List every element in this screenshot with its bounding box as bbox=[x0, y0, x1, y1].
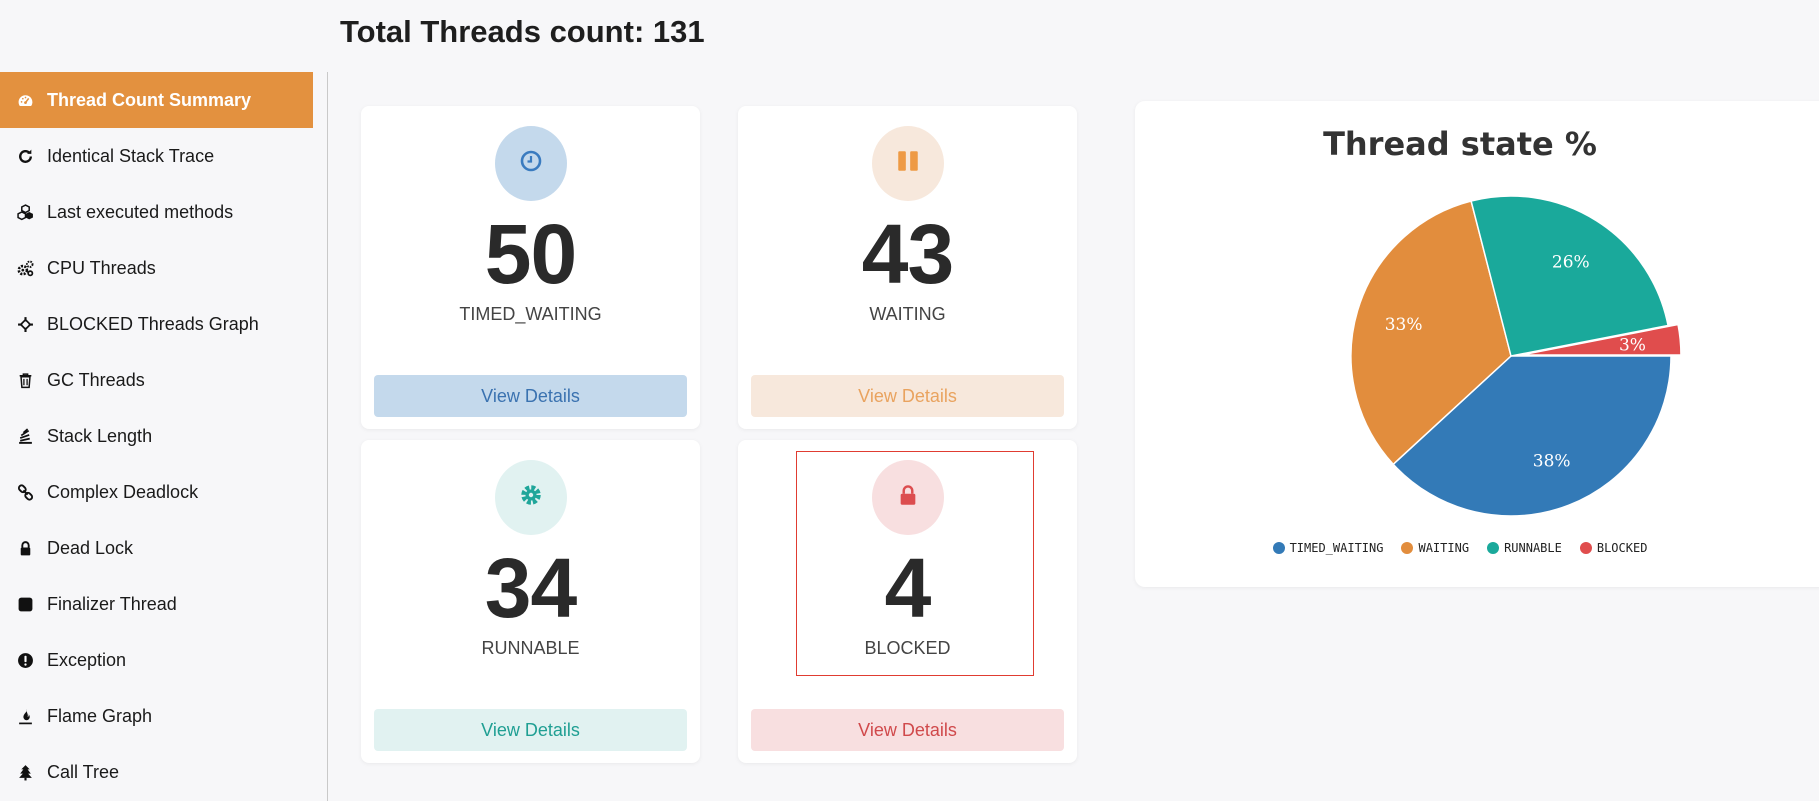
refresh-icon bbox=[16, 147, 34, 165]
sidebar-item-thread-count-summary[interactable]: Thread Count Summary bbox=[0, 72, 313, 128]
runnable-card: 34 RUNNABLE View Details bbox=[361, 440, 700, 763]
tree-icon bbox=[16, 763, 34, 781]
runnable-icon-circle bbox=[494, 460, 567, 535]
sidebar: Thread Count Summary Identical Stack Tra… bbox=[0, 72, 313, 800]
legend-dot bbox=[1487, 542, 1500, 554]
lock-icon bbox=[898, 484, 918, 511]
pie-label-blocked: 3% bbox=[1619, 335, 1646, 355]
blocked-card: 4 BLOCKED View Details bbox=[738, 440, 1077, 763]
legend-item-runnable[interactable]: RUNNABLE bbox=[1487, 541, 1562, 555]
sidebar-item-stack-length[interactable]: Stack Length bbox=[0, 408, 313, 464]
legend-label: RUNNABLE bbox=[1504, 541, 1562, 555]
legend-dot bbox=[1272, 542, 1285, 554]
link-icon bbox=[16, 483, 34, 501]
sidebar-item-label: Exception bbox=[47, 649, 127, 670]
legend-label: WAITING bbox=[1418, 541, 1470, 555]
legend-item-timed-waiting[interactable]: TIMED_WAITING bbox=[1272, 541, 1384, 555]
timed-waiting-icon-circle bbox=[494, 126, 567, 201]
cubes-icon bbox=[16, 203, 34, 221]
legend-dot bbox=[1579, 542, 1592, 554]
sidebar-item-complex-deadlock[interactable]: Complex Deadlock bbox=[0, 464, 313, 520]
sidebar-item-identical-stack-trace[interactable]: Identical Stack Trace bbox=[0, 128, 313, 184]
sidebar-item-label: CPU Threads bbox=[47, 257, 156, 278]
legend-item-waiting[interactable]: WAITING bbox=[1401, 541, 1469, 555]
legend-label: TIMED_WAITING bbox=[1289, 541, 1384, 555]
legend-item-blocked[interactable]: BLOCKED bbox=[1579, 541, 1648, 555]
blocked-label: BLOCKED bbox=[864, 638, 951, 658]
timed-waiting-count: 50 bbox=[484, 207, 577, 301]
sidebar-item-label: Call Tree bbox=[47, 761, 120, 782]
cogs-icon bbox=[16, 259, 34, 277]
sidebar-item-flame-graph[interactable]: Flame Graph bbox=[0, 688, 313, 744]
sidebar-item-blocked-threads-graph[interactable]: BLOCKED Threads Graph bbox=[0, 296, 313, 352]
thread-state-pie-chart: 38% 33% 26% 3% bbox=[1350, 195, 1682, 517]
blocked-count: 4 bbox=[884, 541, 932, 635]
blocked-icon-circle bbox=[871, 460, 944, 535]
square-icon bbox=[16, 595, 34, 613]
sidebar-item-last-executed-methods[interactable]: Last executed methods bbox=[0, 184, 313, 240]
sidebar-item-label: BLOCKED Threads Graph bbox=[47, 313, 259, 334]
crosshairs-icon bbox=[16, 315, 34, 333]
pie-label-runnable: 26% bbox=[1552, 252, 1590, 272]
sidebar-item-label: Stack Length bbox=[47, 425, 153, 446]
sidebar-item-label: Complex Deadlock bbox=[47, 481, 199, 502]
pie-label-timed-waiting: 38% bbox=[1533, 451, 1571, 471]
waiting-card: 43 WAITING View Details bbox=[738, 106, 1077, 429]
exclamation-circle-icon bbox=[16, 651, 34, 669]
gear-icon bbox=[519, 483, 543, 512]
timed-waiting-card: 50 TIMED_WAITING View Details bbox=[361, 106, 700, 429]
sidebar-item-dead-lock[interactable]: Dead Lock bbox=[0, 520, 313, 576]
sidebar-divider bbox=[327, 72, 328, 801]
pie-label-waiting: 33% bbox=[1385, 315, 1423, 335]
sidebar-item-label: Flame Graph bbox=[47, 705, 153, 726]
timed-waiting-view-details-button[interactable]: View Details bbox=[374, 375, 687, 417]
sidebar-item-cpu-threads[interactable]: CPU Threads bbox=[0, 240, 313, 296]
sidebar-item-call-tree[interactable]: Call Tree bbox=[0, 744, 313, 800]
sidebar-item-finalizer-thread[interactable]: Finalizer Thread bbox=[0, 576, 313, 632]
sidebar-item-label: Finalizer Thread bbox=[47, 593, 177, 614]
sidebar-item-label: Last executed methods bbox=[47, 201, 234, 222]
runnable-count: 34 bbox=[484, 541, 577, 635]
waiting-count: 43 bbox=[861, 207, 954, 301]
waiting-label: WAITING bbox=[869, 304, 946, 324]
timed-waiting-label: TIMED_WAITING bbox=[459, 304, 602, 324]
legend-label: BLOCKED bbox=[1596, 541, 1648, 555]
runnable-label: RUNNABLE bbox=[481, 638, 580, 658]
blocked-view-details-button[interactable]: View Details bbox=[751, 709, 1064, 751]
lock-icon bbox=[16, 539, 34, 557]
pause-icon bbox=[895, 148, 921, 179]
page-title: Total Threads count: 131 bbox=[340, 14, 705, 49]
clock-icon bbox=[519, 149, 543, 178]
sidebar-item-label: GC Threads bbox=[47, 369, 145, 390]
stack-icon bbox=[16, 427, 34, 445]
sidebar-item-gc-threads[interactable]: GC Threads bbox=[0, 352, 313, 408]
sidebar-item-label: Dead Lock bbox=[47, 537, 134, 558]
runnable-view-details-button[interactable]: View Details bbox=[374, 709, 687, 751]
fire-icon bbox=[16, 707, 34, 725]
dashboard-icon bbox=[16, 91, 34, 109]
trash-icon bbox=[16, 371, 34, 389]
legend-dot bbox=[1401, 542, 1414, 554]
sidebar-item-label: Thread Count Summary bbox=[47, 89, 252, 110]
waiting-icon-circle bbox=[871, 126, 944, 201]
sidebar-item-label: Identical Stack Trace bbox=[47, 145, 215, 166]
thread-state-chart-card: Thread state % 38% 33% 26% 3% TIMED_WAITING… bbox=[1135, 101, 1819, 587]
chart-legend: TIMED_WAITING WAITING RUNNABLE BLOCKED bbox=[1135, 541, 1785, 555]
sidebar-item-exception[interactable]: Exception bbox=[0, 632, 313, 688]
waiting-view-details-button[interactable]: View Details bbox=[751, 375, 1064, 417]
